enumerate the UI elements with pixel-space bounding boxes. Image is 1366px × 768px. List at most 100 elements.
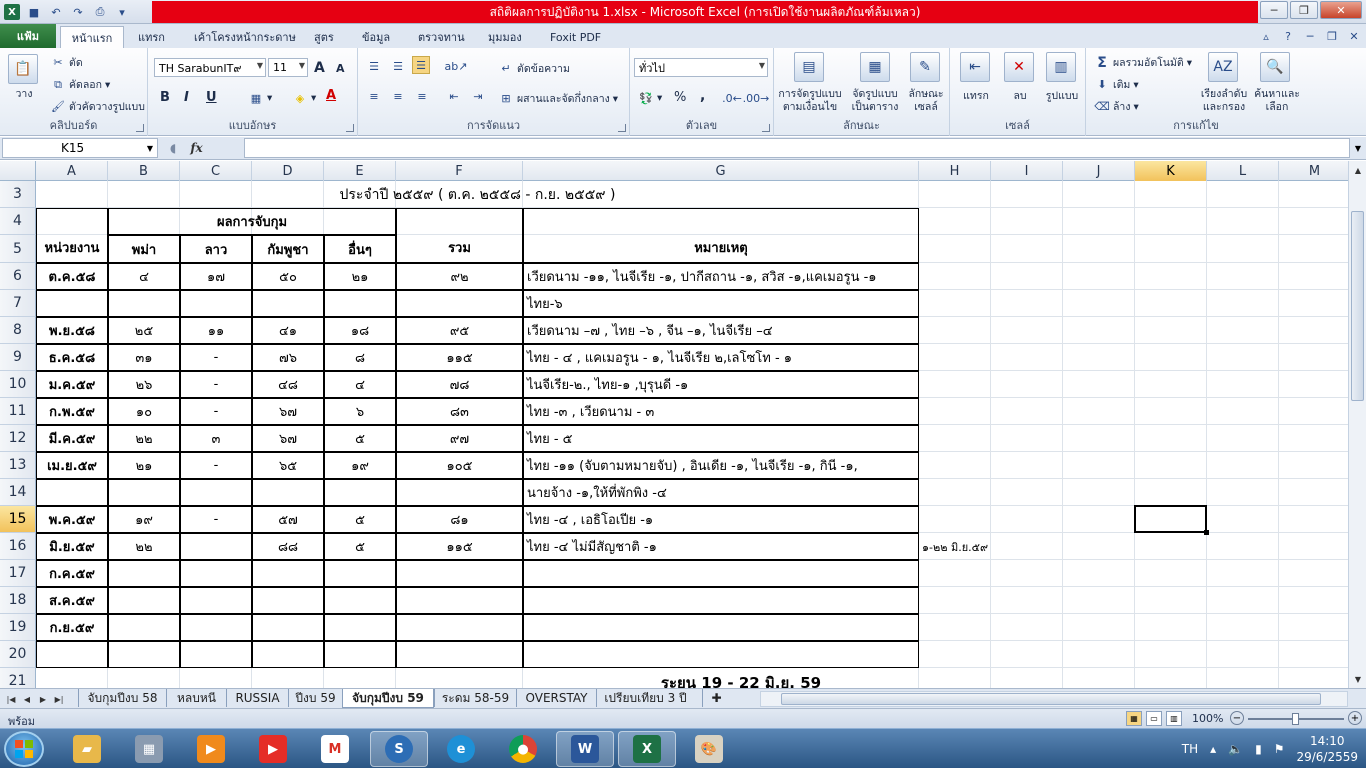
table-cell-laos[interactable] [180,641,252,668]
table-cell-others[interactable]: ๖ [324,398,396,425]
table-cell-remarks[interactable]: ไนจีเรีย-๒., ไทย-๑ ,บุรุนดี -๑ [523,371,919,398]
new-sheet-icon[interactable]: ✚ [702,689,730,707]
table-cell-others[interactable]: ๕ [324,425,396,452]
scroll-up-icon[interactable]: ▲ [1350,162,1366,178]
align-bottom-button[interactable]: ☰ [412,56,430,74]
row-header-4[interactable]: 4 [0,208,36,235]
table-cell-cambodia[interactable]: ๖๗ [252,425,324,452]
table-cell-burma[interactable]: ๒๑ [108,452,180,479]
table-cell-unit[interactable]: ธ.ค.๕๘ [36,344,108,371]
table-cell-burma[interactable] [108,587,180,614]
horizontal-scroll-thumb[interactable] [781,693,1321,705]
tab-page-layout[interactable]: เค้าโครงหน้ากระดาษ [186,26,304,48]
clock[interactable]: 14:10 29/6/2559 [1296,733,1358,765]
italic-button[interactable]: I [184,90,189,105]
table-cell-others[interactable] [324,290,396,317]
currency-button[interactable]: 💱 ▾ [638,90,662,106]
table-cell-burma[interactable]: ๓๑ [108,344,180,371]
table-cell-laos[interactable]: - [180,344,252,371]
last-sheet-icon[interactable]: ▶| [52,691,66,707]
help-icon[interactable]: ? [1280,28,1296,44]
wrap-text-button[interactable]: ↵ ตัดข้อความ [498,60,569,77]
table-cell-laos[interactable]: - [180,506,252,533]
table-cell-cambodia[interactable]: ๘๘ [252,533,324,560]
table-cell-burma[interactable]: ๒๖ [108,371,180,398]
table-cell-burma[interactable] [108,560,180,587]
table-cell-cambodia[interactable]: ๗๖ [252,344,324,371]
vertical-scroll-thumb[interactable] [1351,211,1364,401]
sheet-tab[interactable]: หลบหนี [166,689,226,707]
table-cell-others[interactable]: ๔ [324,371,396,398]
comma-button[interactable]: , [700,88,705,104]
table-cell-remarks[interactable]: ไทย -๔ , เอธิโอเปีย -๑ [523,506,919,533]
table-cell-cambodia[interactable]: ๔๘ [252,371,324,398]
doc-restore-icon[interactable]: ❐ [1324,28,1340,44]
row-header-16[interactable]: 16 [0,533,36,560]
gmail-taskbar-button[interactable]: M [306,731,364,767]
first-sheet-icon[interactable]: |◀ [4,691,18,707]
table-cell-laos[interactable]: - [180,452,252,479]
header-total-cell[interactable]: รวม [396,208,523,263]
table-cell-laos[interactable] [180,533,252,560]
table-cell-laos[interactable] [180,290,252,317]
cell-styles-button[interactable]: ลักษณะ เซลล์ [904,88,948,114]
table-cell-laos[interactable]: ๑๑ [180,317,252,344]
table-cell-burma[interactable] [108,290,180,317]
column-header-e[interactable]: E [324,161,396,181]
row-header-7[interactable]: 7 [0,290,36,317]
table-cell-burma[interactable] [108,614,180,641]
decrease-decimal-button[interactable]: .00→ [743,90,770,106]
sheet-title-cell[interactable]: ประจำปี ๒๕๕๙ ( ต.ค. ๒๕๕๘ - ก.ย. ๒๕๕๙ ) [36,181,919,208]
table-cell-total[interactable] [396,641,523,668]
fill-button[interactable]: ⬇ เติม ▾ [1094,76,1138,93]
table-cell-remarks[interactable]: ไทย - ๔ , แคเมอรูน - ๑, ไนจีเรีย ๒,เลโซโ… [523,344,919,371]
table-cell-unit[interactable]: มี.ค.๕๙ [36,425,108,452]
header-burma-cell[interactable]: พม่า [108,235,180,263]
table-cell-unit[interactable]: ก.พ.๕๙ [36,398,108,425]
table-cell-unit[interactable] [36,479,108,506]
sheet-tab[interactable]: OVERSTAY [516,689,596,707]
header-others-cell[interactable]: อื่นๆ [324,235,396,263]
table-cell-remarks[interactable]: เวียดนาม –๗ , ไทย –๖ , จีน –๑, ไนจีเรีย … [523,317,919,344]
volume-icon[interactable]: 🔈 [1228,742,1243,756]
row-header-18[interactable]: 18 [0,587,36,614]
insert-function-button[interactable]: fx [190,141,202,155]
sheet-tab[interactable]: จับกุมปีงบ 58 [78,689,166,707]
clipboard-launcher-icon[interactable] [136,124,144,132]
grow-font-button[interactable]: A [314,60,325,76]
tab-review[interactable]: ตรวจทาน [410,26,473,48]
row-header-17[interactable]: 17 [0,560,36,587]
network-icon[interactable]: ▮ [1255,742,1262,756]
table-cell-cambodia[interactable] [252,641,324,668]
row-header-12[interactable]: 12 [0,425,36,452]
table-cell-others[interactable]: ๕ [324,533,396,560]
tab-view[interactable]: มุมมอง [480,26,530,48]
header-cambodia-cell[interactable]: กัมพูชา [252,235,324,263]
row-header-10[interactable]: 10 [0,371,36,398]
zoom-level[interactable]: 100% [1192,712,1223,725]
paste-label[interactable]: วาง [8,88,40,101]
column-header-b[interactable]: B [108,161,180,181]
find-select-icon[interactable]: 🔍 [1260,52,1290,82]
align-middle-button[interactable]: ☰ [390,58,406,74]
table-cell-burma[interactable] [108,479,180,506]
table-cell-burma[interactable]: ๑๙ [108,506,180,533]
font-size-select[interactable]: 11 ▼ [268,58,308,77]
column-header-m[interactable]: M [1279,161,1348,181]
row-header-5[interactable]: 5 [0,235,36,263]
cell-styles-icon[interactable]: ✎ [910,52,940,82]
table-cell-total[interactable]: ๗๘ [396,371,523,398]
table-cell-unit[interactable]: เม.ย.๕๙ [36,452,108,479]
row-header-9[interactable]: 9 [0,344,36,371]
conditional-format-button[interactable]: การจัดรูปแบบ ตามเงื่อนไข [776,88,844,114]
expand-formula-bar-icon[interactable]: ▼ [1352,139,1364,157]
table-cell-total[interactable]: ๑๑๕ [396,533,523,560]
percent-button[interactable]: % [674,90,686,105]
customize-toolbar-icon[interactable]: ▾ [114,4,130,20]
table-cell-cambodia[interactable]: ๕๐ [252,263,324,290]
table-cell-cambodia[interactable]: ๖๗ [252,398,324,425]
active-cell-selection[interactable] [1134,505,1207,533]
column-header-l[interactable]: L [1207,161,1279,181]
row-header-13[interactable]: 13 [0,452,36,479]
youtube-taskbar-button[interactable]: ▶ [244,731,302,767]
